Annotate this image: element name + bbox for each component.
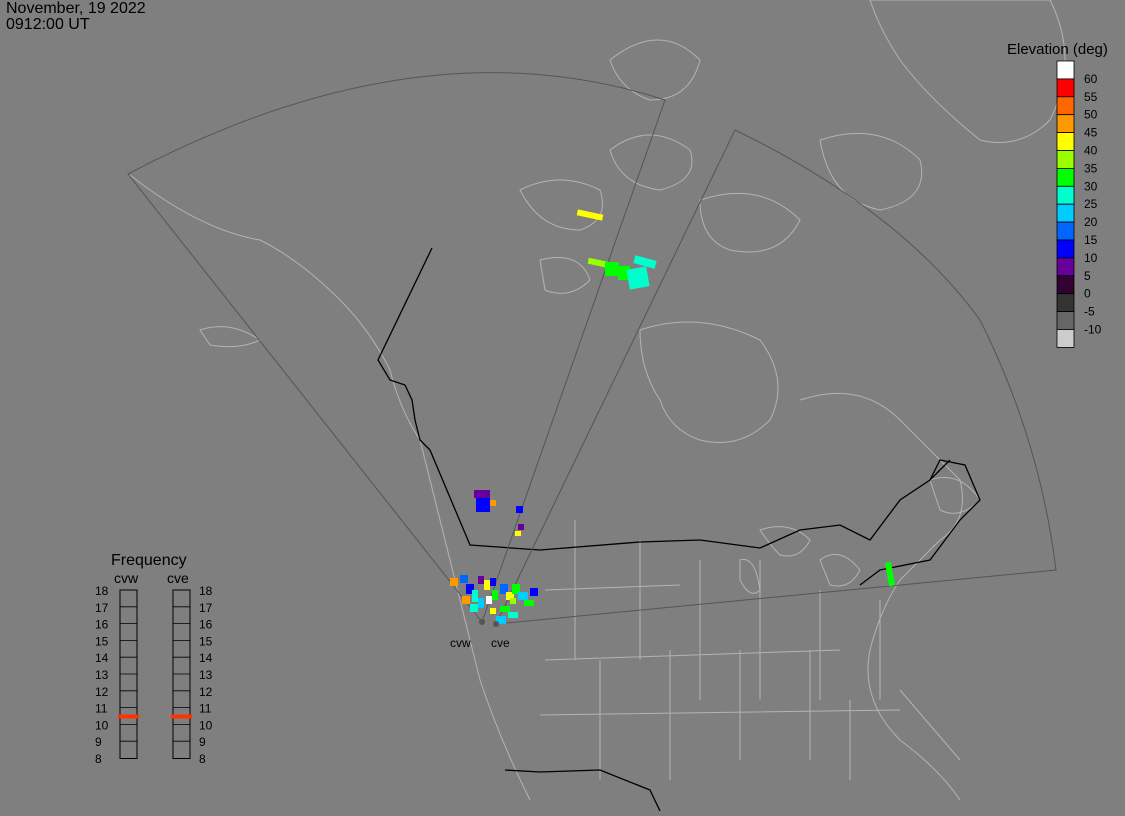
frequency-tick-label: 11 [95, 702, 108, 716]
frequency-tick-label: 9 [199, 735, 206, 749]
frequency-tick-label: 9 [95, 735, 102, 749]
frequency-tick-label: 14 [95, 651, 109, 665]
legend-swatch [1056, 185, 1075, 205]
legend-tick-label: 0 [1084, 287, 1091, 301]
legend-tick-label: 10 [1084, 251, 1098, 265]
frequency-radar-label-cve: cve [167, 570, 189, 586]
legend-title: Elevation (deg) [1007, 41, 1108, 58]
legend-tick-label: 50 [1084, 108, 1098, 122]
frequency-radar-label-cvw: cvw [114, 570, 139, 586]
time-label: 0912:00 UT [6, 16, 90, 33]
echo-patches [450, 209, 896, 624]
frequency-tick-label: 11 [199, 702, 212, 716]
legend-tick-label: -5 [1084, 305, 1095, 319]
legend-swatch [1056, 329, 1075, 348]
frequency-tick-label: 13 [199, 668, 213, 682]
map-display: cvw cve Elevation (deg) 60 55 50 45 40 35 30 25… [0, 0, 1125, 812]
radar-label-cve: cve [491, 636, 510, 650]
frequency-panel: Frequency cvw cve 18 17 16 15 14 13 12 11 10 9 8 18… [95, 552, 213, 766]
frequency-tick-label: 17 [199, 601, 213, 615]
frequency-tick-label: 8 [199, 752, 206, 766]
legend-swatch [1056, 132, 1075, 151]
radar-fov [127, 72, 1057, 625]
legend-tick-label: 60 [1084, 72, 1098, 86]
legend-tick-label: 20 [1084, 215, 1098, 229]
legend-tick-label: 35 [1084, 161, 1098, 175]
legend-tick-label: 45 [1084, 126, 1098, 140]
legend-swatch [1056, 114, 1075, 133]
legend-tick-label: 15 [1084, 233, 1098, 247]
legend-swatch [1056, 275, 1075, 295]
frequency-marker-cvw [118, 714, 139, 719]
legend-tick-label: 55 [1084, 90, 1098, 104]
legend-swatch [1056, 239, 1075, 259]
frequency-tick-label: 10 [199, 718, 213, 732]
coastlines [129, 0, 1066, 801]
frequency-tick-label: 8 [95, 752, 102, 766]
legend-swatch [1056, 167, 1075, 187]
legend-swatch [1056, 293, 1075, 313]
legend-tick-label: 5 [1084, 269, 1091, 283]
frequency-marker-cve [171, 714, 192, 719]
radar-marker-cve [493, 621, 499, 627]
political-borders [377, 247, 981, 812]
frequency-tick-label: 18 [95, 584, 109, 598]
frequency-title: Frequency [111, 552, 187, 569]
legend-swatch [1056, 150, 1075, 169]
frequency-tick-label: 14 [199, 651, 213, 665]
frequency-tick-label: 16 [199, 618, 213, 632]
radar-marker-cvw [479, 619, 485, 625]
frequency-tick-label: 13 [95, 668, 109, 682]
frequency-tick-label: 10 [95, 718, 109, 732]
legend-tick-label: 40 [1084, 144, 1098, 158]
legend-swatch [1056, 221, 1075, 241]
elevation-legend: Elevation (deg) 605550454035302520151050… [1007, 41, 1108, 348]
legend-tick-label: -10 [1084, 323, 1102, 337]
radar-label-cvw: cvw [450, 636, 471, 650]
frequency-tick-label: 15 [95, 634, 109, 648]
legend-swatch [1056, 257, 1075, 277]
frequency-tick-label: 12 [199, 685, 213, 699]
frequency-tick-label: 18 [199, 584, 213, 598]
legend-swatch [1056, 311, 1075, 330]
frequency-tick-label: 16 [95, 618, 109, 632]
date-label: November, 19 2022 [6, 0, 146, 17]
frequency-tick-label: 17 [95, 601, 109, 615]
frequency-tick-label: 12 [95, 685, 109, 699]
legend-swatch [1056, 78, 1075, 98]
legend-swatch [1056, 203, 1075, 223]
legend-swatch [1056, 96, 1075, 116]
legend-tick-label: 30 [1084, 179, 1098, 193]
legend-tick-label: 25 [1084, 197, 1098, 211]
legend-swatch [1056, 60, 1075, 80]
map-canvas: cvw cve Elevation (deg) 6055504540353025… [95, 0, 1108, 812]
frequency-tick-label: 15 [199, 634, 213, 648]
